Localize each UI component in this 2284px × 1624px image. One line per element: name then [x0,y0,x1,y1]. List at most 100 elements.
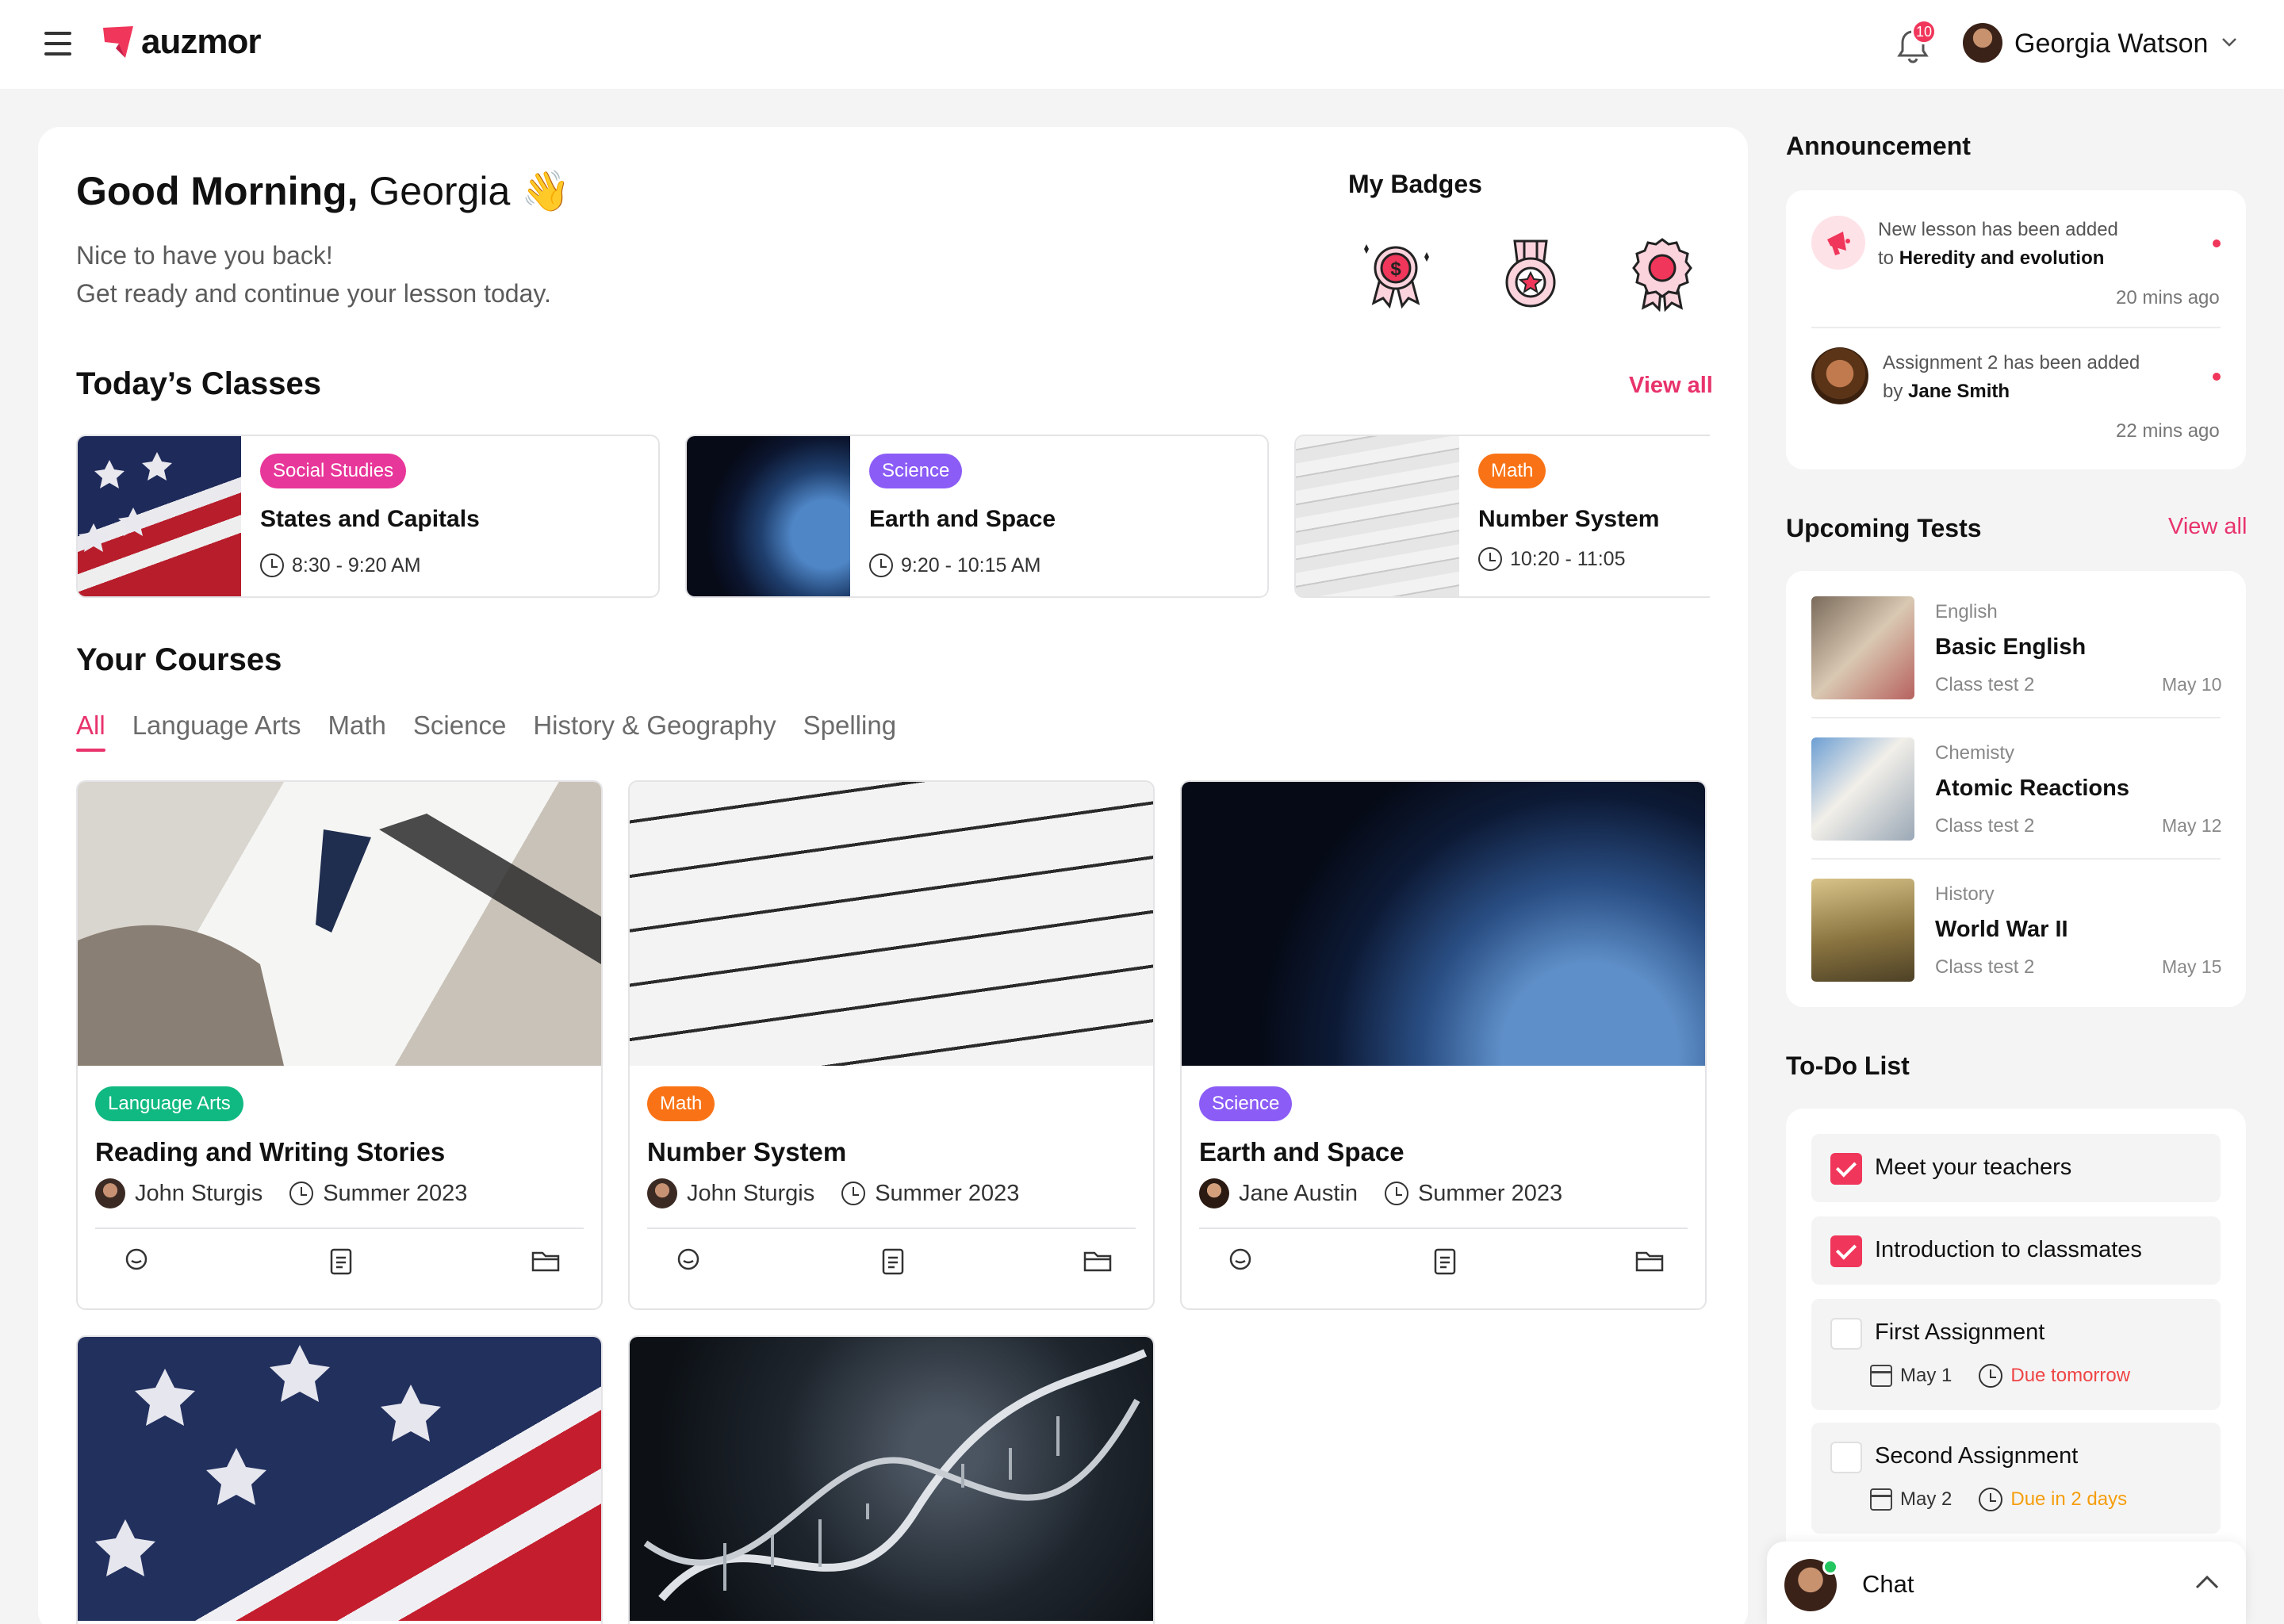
folder-icon[interactable] [1634,1245,1665,1277]
rosette-badge-icon[interactable] [1623,233,1702,312]
class-time: 8:30 - 9:20 AM [260,553,421,577]
course-title: Reading and Writing Stories [95,1137,446,1166]
brand-logo[interactable]: auzmor [102,22,261,62]
chat-bubble-icon[interactable] [1226,1245,1258,1277]
test-sub: Class test 2 [1935,956,2035,978]
test-date: May 12 [2162,815,2222,836]
badges-title: My Badges [1348,170,1482,198]
course-card[interactable]: Science Earth and Space Jane Austin Summ… [1180,780,1707,1310]
test-date: May 10 [2162,674,2222,695]
tab-history-geography[interactable]: History & Geography [533,710,776,752]
test-name[interactable]: Atomic Reactions [1935,776,2129,802]
test-category: English [1935,601,1998,622]
folder-icon[interactable] [530,1245,561,1277]
dollar-award-badge-icon[interactable]: $ [1356,233,1435,312]
class-card[interactable]: Social Studies States and Capitals 8:30 … [76,435,660,598]
class-tag: Social Studies [260,454,407,488]
course-title: Number System [647,1137,847,1166]
course-card[interactable]: Language Arts Reading and Writing Storie… [76,780,603,1310]
chat-bubble-icon[interactable] [122,1245,154,1277]
class-tag: Science [869,454,963,488]
todo-text: First Assignment [1875,1320,2045,1345]
unread-dot [2213,373,2221,381]
course-card[interactable] [76,1335,603,1624]
menu-icon[interactable] [44,32,71,56]
divider [95,1228,584,1229]
chevron-up-icon[interactable] [2194,1572,2221,1592]
teacher-name: John Sturgis [687,1180,815,1206]
chemistry-test-image[interactable] [1811,737,1914,841]
dna-image [630,1337,1153,1621]
clock-icon [260,553,284,577]
english-test-image[interactable] [1811,596,1914,699]
user-avatar[interactable] [1963,23,2002,63]
classes-view-all-link[interactable]: View all [1629,373,1713,399]
courses-title: Your Courses [76,642,282,677]
star-medal-badge-icon[interactable] [1491,233,1570,312]
announcement-text[interactable]: Assignment 2 has been added by Jane Smith [1883,349,2140,406]
clock-icon [1979,1364,2003,1388]
online-status-dot [1822,1559,1838,1575]
todo-checkbox[interactable] [1830,1442,1862,1473]
todo-item[interactable] [1811,1299,2221,1410]
teacher-name: John Sturgis [135,1180,263,1206]
class-card[interactable]: Science Earth and Space 9:20 - 10:15 AM [685,435,1269,598]
chat-label: Chat [1862,1570,1914,1598]
test-name[interactable]: World War II [1935,917,2068,943]
todo-meta: May 2 Due in 2 days [1870,1488,2127,1511]
clock-icon [869,553,893,577]
todo-text: Second Assignment [1875,1443,2079,1469]
todo-checkbox[interactable] [1830,1153,1862,1185]
test-sub: Class test 2 [1935,815,2035,837]
course-term: Summer 2023 [323,1180,468,1206]
todo-text: Introduction to classmates [1875,1237,2142,1262]
todo-item[interactable] [1811,1423,2221,1534]
course-tag: Math [647,1086,715,1121]
announcement-time: 22 mins ago [2116,420,2220,442]
test-name[interactable]: Basic English [1935,634,2086,661]
history-test-image[interactable] [1811,879,1914,982]
numbers-image [630,782,1153,1066]
course-card[interactable] [628,1335,1155,1624]
tab-all[interactable]: All [76,710,105,752]
tab-math[interactable]: Math [328,710,386,752]
class-time: 9:20 - 10:15 AM [869,553,1041,577]
calendar-icon [1870,1488,1892,1511]
chevron-down-icon[interactable] [2221,33,2238,51]
clock-icon [289,1182,314,1205]
announcement-title: Announcement [1786,132,1971,160]
course-tag: Language Arts [95,1086,243,1121]
announcement-text[interactable]: New lesson has been added to Heredity and… [1878,216,2118,273]
tests-view-all-link[interactable]: View all [2168,514,2247,540]
course-term: Summer 2023 [1417,1180,1563,1206]
course-card[interactable]: Math Number System John Sturgis Summer 2… [628,780,1155,1310]
test-sub: Class test 2 [1935,674,2035,695]
flag-image [78,1337,601,1621]
todo-checkbox[interactable] [1830,1235,1862,1267]
earth-image [687,436,850,596]
top-bar: auzmor 10 Georgia Watson [0,0,2284,89]
chat-bubble-icon[interactable] [674,1245,706,1277]
chat-widget[interactable]: Chat [1767,1542,2246,1624]
course-tabs: All Language Arts Math Science History &… [76,710,896,752]
course-tag: Science [1199,1086,1293,1121]
class-card[interactable]: Math Number System 10:20 - 11:05 [1294,435,1710,598]
clock-icon [1478,547,1502,571]
teacher-name: Jane Austin [1239,1180,1358,1206]
class-tag: Math [1478,454,1546,488]
clipboard-icon[interactable] [1429,1245,1461,1277]
clock-icon [1979,1488,2003,1511]
todo-checkbox[interactable] [1830,1318,1862,1350]
clipboard-icon[interactable] [877,1245,909,1277]
clipboard-icon[interactable] [325,1245,357,1277]
todo-meta: May 1 Due tomorrow [1870,1364,2130,1388]
user-name[interactable]: Georgia Watson [2014,29,2208,59]
tab-spelling[interactable]: Spelling [803,710,896,752]
tab-science[interactable]: Science [413,710,506,752]
divider [1199,1228,1688,1229]
course-meta: John Sturgis Summer 2023 [647,1178,1019,1208]
folder-icon[interactable] [1082,1245,1113,1277]
clock-icon [841,1182,866,1205]
jane-smith-avatar [1811,347,1868,404]
tab-language-arts[interactable]: Language Arts [132,710,301,752]
